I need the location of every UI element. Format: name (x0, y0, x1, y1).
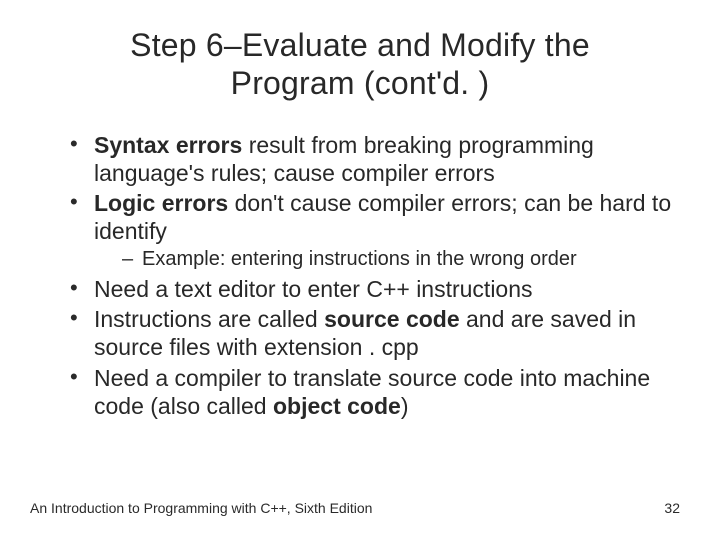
term-logic-errors: Logic errors (94, 190, 228, 216)
text-source-pre: Instructions are called (94, 306, 324, 332)
slide-content: Syntax errors result from breaking progr… (42, 131, 678, 420)
slide: Step 6–Evaluate and Modify the Program (… (0, 0, 720, 540)
sub-bullet-list: Example: entering instructions in the wr… (94, 247, 678, 271)
bullet-source-code: Instructions are called source code and … (72, 305, 678, 361)
term-syntax-errors: Syntax errors (94, 132, 242, 158)
footer-page-number: 32 (664, 500, 680, 516)
bullet-list: Syntax errors result from breaking progr… (42, 131, 678, 420)
bullet-compiler: Need a compiler to translate source code… (72, 364, 678, 420)
bullet-logic-errors: Logic errors don't cause compiler errors… (72, 189, 678, 271)
term-source-code: source code (324, 306, 460, 332)
term-object-code: object code (273, 393, 401, 419)
text-compiler-post: ) (401, 393, 409, 419)
slide-title: Step 6–Evaluate and Modify the Program (… (70, 26, 650, 103)
footer-book-title: An Introduction to Programming with C++,… (30, 500, 372, 516)
sub-bullet-example: Example: entering instructions in the wr… (124, 247, 678, 271)
bullet-syntax-errors: Syntax errors result from breaking progr… (72, 131, 678, 187)
bullet-text-editor: Need a text editor to enter C++ instruct… (72, 275, 678, 303)
